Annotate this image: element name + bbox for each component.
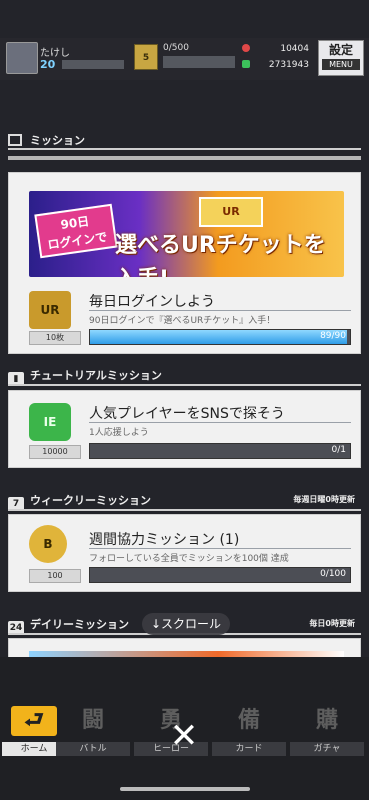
section-divider	[8, 509, 361, 511]
mission-title: 人気プレイヤーをSNSで探そう	[89, 406, 285, 422]
nav-card[interactable]: 備 カード	[212, 702, 286, 760]
banner-days-text: 90日 ログインで	[34, 203, 118, 259]
player-name: たけし	[40, 48, 70, 59]
rank-badge-icon: 5	[134, 44, 158, 70]
mission-card-sns: IE 人気プレイヤーをSNSで探そう 1人応援しよう 10000 0/1	[8, 390, 361, 468]
player-level: 20	[40, 58, 56, 71]
mission-desc: 1人応援しよう	[89, 428, 149, 438]
progress-bar: 89/90	[89, 329, 351, 345]
home-icon: ⮐	[11, 706, 57, 736]
status-bar: たけし 20 5 0/500 10404 2731943 設定 MENU	[0, 38, 369, 80]
progress-text: 0/100	[320, 569, 346, 579]
ur-ticket-icon: UR	[29, 291, 71, 329]
progress-fill	[90, 330, 348, 344]
mission-underline	[89, 548, 351, 549]
settings-label: 設定	[328, 43, 353, 57]
section-divider	[8, 384, 361, 386]
progress-text: 0/1	[331, 445, 346, 455]
reward-qty: 10枚	[29, 331, 81, 345]
mission-book-icon	[8, 134, 22, 146]
mission-underline	[89, 422, 351, 423]
progress-bar: 0/100	[89, 567, 351, 583]
mission-desc: 90日ログインで『選べるURチケット』入手！	[89, 316, 276, 326]
experience-bar	[62, 60, 124, 69]
settings-menu-button[interactable]: 設定 MENU	[318, 40, 364, 76]
avatar[interactable]	[6, 42, 38, 74]
daily-reset-note: 毎日0時更新	[309, 619, 355, 628]
panel-divider	[8, 148, 361, 150]
gold-coin-icon: B	[29, 525, 67, 563]
red-currency: 10404	[242, 44, 309, 54]
mission-title: 週間協力ミッション (1)	[89, 532, 240, 548]
ur-ticket-banner[interactable]: 90日 ログインで 選べるURチケットを入手! UR	[29, 191, 344, 277]
green-currency: 2731943	[242, 60, 309, 70]
mission-card-weekly: B 週間協力ミッション (1) フォローしている全員でミッションを100個 達成…	[8, 514, 361, 592]
progress-bar: 0/1	[89, 443, 351, 459]
progress-text: 89/90	[320, 331, 346, 341]
nav-battle[interactable]: 闘 バトル	[56, 702, 130, 760]
nav-gacha[interactable]: 購 ガチャ	[290, 702, 364, 760]
reward-qty: 10000	[29, 445, 81, 459]
gacha-icon: 購	[315, 708, 338, 733]
mission-card-login: 90日 ログインで 選べるURチケットを入手! UR UR 毎日ログインしよう …	[8, 172, 361, 354]
green-medal-icon: IE	[29, 403, 71, 441]
mission-list[interactable]: 90日 ログインで 選べるURチケットを入手! UR UR 毎日ログインしよう …	[0, 162, 369, 657]
home-indicator[interactable]	[120, 787, 250, 791]
mission-underline	[89, 310, 351, 311]
close-icon[interactable]: ✕	[164, 716, 204, 756]
stamina-counter: 0/500	[163, 43, 189, 53]
mission-title: 毎日ログインしよう	[89, 294, 215, 310]
mission-desc: フォローしている全員でミッションを100個 達成	[89, 554, 289, 564]
panel-divider	[8, 156, 361, 160]
menu-label: MENU	[322, 59, 360, 70]
scroll-hint: ↓スクロール	[142, 613, 230, 635]
weekly-reset-note: 毎週日曜0時更新	[293, 495, 355, 504]
mission-card-daily	[8, 638, 361, 657]
ur-ticket-icon: UR	[199, 197, 263, 227]
card-icon: 備	[237, 708, 260, 733]
stamina-bar	[163, 56, 235, 68]
red-gem-icon	[242, 44, 250, 52]
reward-qty: 100	[29, 569, 81, 583]
nav-label: カード	[212, 742, 286, 756]
battle-icon: 闘	[81, 708, 104, 733]
green-gem-icon	[242, 60, 250, 68]
nav-label: ガチャ	[290, 742, 364, 756]
nav-label: バトル	[56, 742, 130, 756]
